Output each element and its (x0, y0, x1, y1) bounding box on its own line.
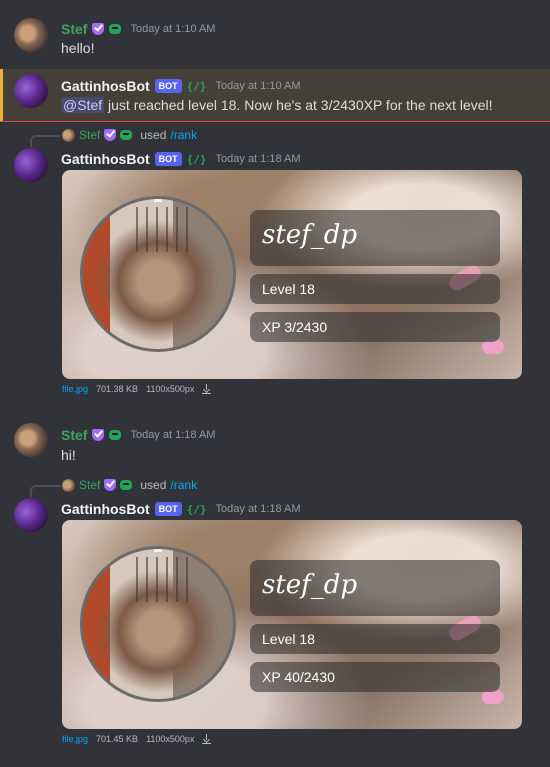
command-name[interactable]: /rank (170, 478, 197, 492)
game-controller-icon (109, 430, 122, 440)
avatar-progress-ring (80, 546, 236, 702)
message-header: GattinhosBot BOT {/} Today at 1:18 AM (61, 151, 301, 167)
timestamp[interactable]: Today at 1:10 AM (130, 23, 215, 35)
username[interactable]: GattinhosBot (61, 501, 150, 517)
game-controller-icon (120, 480, 133, 490)
command-reply[interactable]: Stef used /rank (62, 128, 197, 142)
paw-decoration (482, 690, 504, 704)
command-reply[interactable]: Stef used /rank (62, 478, 197, 492)
avatar[interactable] (14, 18, 48, 52)
reply-used-label: used (140, 478, 167, 492)
file-dimensions: 1100x500px (146, 384, 195, 394)
download-icon[interactable] (202, 384, 212, 394)
message-header: Stef Today at 1:18 AM (61, 427, 215, 443)
reply-username[interactable]: Stef (79, 478, 100, 492)
cage-bars (135, 206, 196, 252)
message-header: GattinhosBot BOT {/} Today at 1:10 AM (61, 78, 301, 94)
avatar[interactable] (14, 148, 48, 182)
message-text: @Stef just reached level 18. Now he's at… (61, 97, 493, 113)
file-name-link[interactable]: file.jpg (62, 734, 88, 744)
card-xp: XP 40/2430 (262, 669, 335, 685)
game-controller-icon (109, 24, 122, 34)
command-name[interactable]: /rank (170, 128, 197, 142)
reply-connector (30, 135, 60, 147)
shield-icon (104, 129, 117, 141)
card-username: stef_dp (262, 570, 358, 600)
avatar[interactable] (14, 423, 48, 457)
avatar[interactable] (14, 74, 48, 108)
user-mention[interactable]: @Stef (61, 97, 105, 113)
progress-marker (154, 199, 162, 202)
file-size: 701.38 KB (96, 384, 139, 394)
slash-command-icon: {/} (186, 152, 207, 166)
rank-card-image[interactable]: stef_dp Level 18 XP 40/2430 (62, 520, 522, 729)
game-controller-icon (120, 130, 133, 140)
timestamp[interactable]: Today at 1:18 AM (216, 153, 301, 165)
card-xp: XP 3/2430 (262, 319, 328, 335)
message-text: hi! (61, 447, 76, 463)
progress-marker (154, 549, 162, 552)
card-level-panel: Level 18 (250, 624, 500, 654)
username[interactable]: Stef (61, 21, 87, 37)
shield-icon (92, 429, 105, 441)
card-xp-panel: XP 3/2430 (250, 312, 500, 342)
username[interactable]: Stef (61, 427, 87, 443)
shield-icon (104, 479, 117, 491)
new-messages-divider (0, 121, 550, 122)
card-username-panel: stef_dp (250, 560, 500, 616)
slash-command-icon: {/} (186, 79, 207, 93)
timestamp[interactable]: Today at 1:18 AM (130, 429, 215, 441)
message-body: just reached level 18. Now he's at 3/243… (104, 97, 493, 113)
card-username-panel: stef_dp (250, 210, 500, 266)
cage-bars (135, 556, 196, 602)
avatar (62, 128, 75, 142)
shield-icon (92, 23, 105, 35)
card-level: Level 18 (262, 281, 315, 297)
card-level: Level 18 (262, 631, 315, 647)
message-text: hello! (61, 40, 95, 56)
avatar-progress-ring (80, 196, 236, 352)
file-info: file.jpg 701.38 KB 1100x500px (62, 384, 212, 394)
mention-highlight (0, 69, 550, 121)
bot-badge: BOT (154, 79, 182, 93)
reply-used-label: used (140, 128, 167, 142)
avatar[interactable] (14, 498, 48, 532)
paw-decoration (482, 340, 504, 354)
file-dimensions: 1100x500px (146, 734, 195, 744)
card-xp-panel: XP 40/2430 (250, 662, 500, 692)
username[interactable]: GattinhosBot (61, 151, 150, 167)
reply-connector (30, 485, 60, 497)
message-header: GattinhosBot BOT {/} Today at 1:18 AM (61, 501, 301, 517)
rank-card-image[interactable]: stef_dp Level 18 XP 3/2430 (62, 170, 522, 379)
message-header: Stef Today at 1:10 AM (61, 21, 215, 37)
avatar (62, 478, 75, 492)
file-size: 701.45 KB (96, 734, 139, 744)
timestamp[interactable]: Today at 1:18 AM (216, 503, 301, 515)
username[interactable]: GattinhosBot (61, 78, 150, 94)
bot-badge: BOT (154, 502, 182, 516)
reply-username[interactable]: Stef (79, 128, 100, 142)
card-username: stef_dp (262, 220, 358, 250)
bot-badge: BOT (154, 152, 182, 166)
file-name-link[interactable]: file.jpg (62, 384, 88, 394)
file-info: file.jpg 701.45 KB 1100x500px (62, 734, 212, 744)
card-level-panel: Level 18 (250, 274, 500, 304)
download-icon[interactable] (202, 734, 212, 744)
slash-command-icon: {/} (186, 502, 207, 516)
timestamp[interactable]: Today at 1:10 AM (216, 80, 301, 92)
